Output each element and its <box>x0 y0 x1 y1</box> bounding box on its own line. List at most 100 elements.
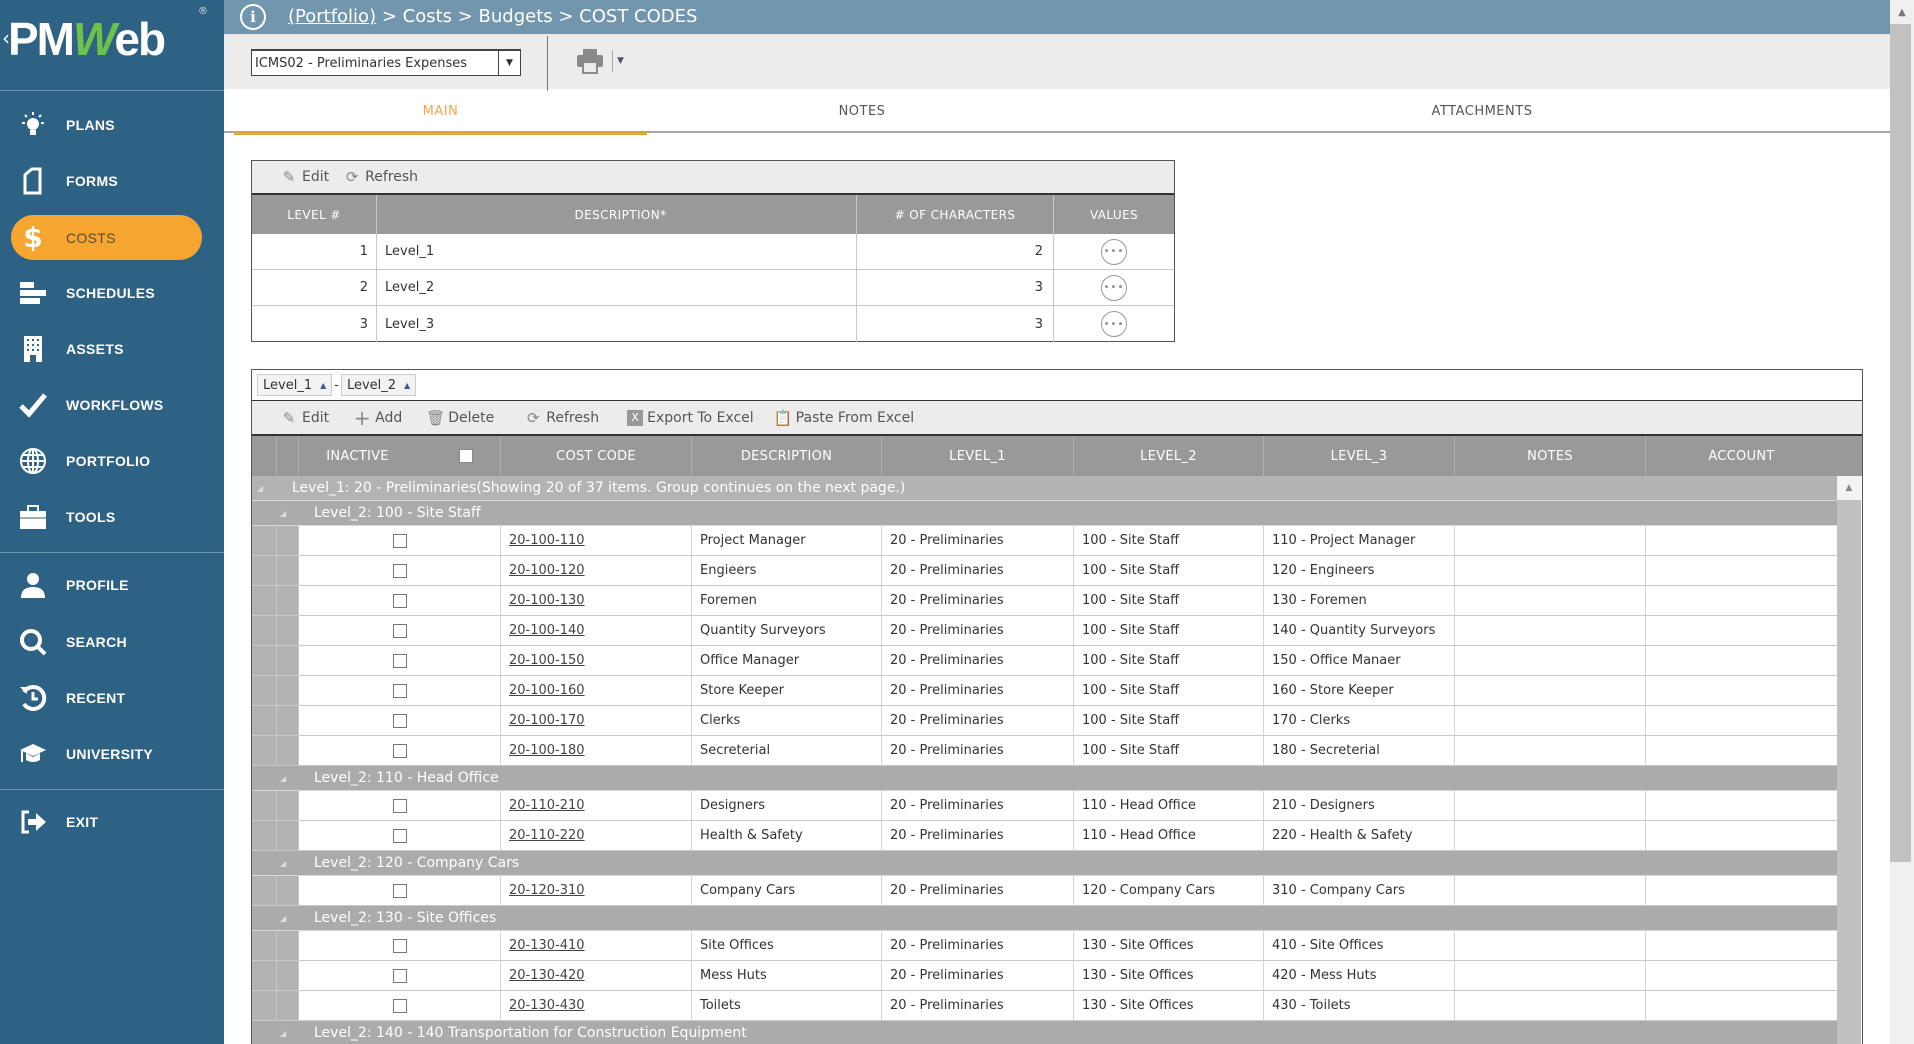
inactive-checkbox[interactable] <box>392 623 407 638</box>
sort-asc-icon[interactable]: ▲ <box>320 381 326 390</box>
collapse-triangle-icon[interactable]: ◢ <box>280 914 290 923</box>
cost-code-link[interactable]: 20-120-310 <box>509 883 585 898</box>
select-all-checkbox[interactable] <box>458 449 473 463</box>
row-handle[interactable] <box>277 876 299 905</box>
table-row[interactable]: 20-100-150 Office Manager 20 - Preliminari… <box>252 646 1837 676</box>
row-handle[interactable] <box>277 736 299 765</box>
cost-code-link[interactable]: 20-100-160 <box>509 683 585 698</box>
sidebar-item-profile[interactable]: PROFILE <box>0 563 224 607</box>
group-chip-level2[interactable]: Level_2 ▲ <box>340 374 417 396</box>
col-header-description[interactable]: DESCRIPTION* <box>377 195 857 234</box>
collapse-triangle-icon[interactable]: ◢ <box>280 509 290 518</box>
table-row[interactable]: 20-100-160 Store Keeper 20 - Preliminaries… <box>252 676 1837 706</box>
more-options-icon[interactable]: ••• <box>1101 311 1127 337</box>
col-header-level2[interactable]: LEVEL_2 <box>1074 436 1264 476</box>
record-selector[interactable]: ICMS02 - Preliminaries Expenses ▼ <box>251 49 521 76</box>
col-header-account[interactable]: ACCOUNT <box>1646 436 1837 476</box>
sidebar-item-recent[interactable]: RECENT <box>0 676 224 720</box>
group-row-level2[interactable]: ◢ Level_2: 130 - Site Offices <box>252 906 1837 931</box>
row-handle[interactable] <box>277 646 299 675</box>
row-handle[interactable] <box>252 791 277 820</box>
group-row-level2[interactable]: ◢ Level_2: 110 - Head Office <box>252 766 1837 791</box>
codes-add-button[interactable]: + Add <box>353 408 403 428</box>
inactive-checkbox[interactable] <box>392 653 407 668</box>
sidebar-item-schedules[interactable]: SCHEDULES <box>0 271 224 315</box>
levels-row[interactable]: 3 Level_3 3 ••• <box>252 306 1174 342</box>
tab-main[interactable]: MAIN <box>234 89 647 135</box>
group-row-level2[interactable]: ◢ Level_2: 120 - Company Cars <box>252 851 1837 876</box>
dropdown-arrow-icon[interactable]: ▼ <box>498 51 520 75</box>
row-handle[interactable] <box>277 586 299 615</box>
sidebar-item-plans[interactable]: PLANS <box>0 103 224 147</box>
row-handle[interactable] <box>252 526 277 555</box>
cost-code-link[interactable]: 20-100-130 <box>509 593 585 608</box>
grid-scrollbar[interactable]: ▲ <box>1837 476 1861 1044</box>
cost-code-link[interactable]: 20-100-120 <box>509 563 585 578</box>
table-row[interactable]: 20-100-140 Quantity Surveyors 20 - Prelimi… <box>252 616 1837 646</box>
row-handle[interactable] <box>277 706 299 735</box>
row-handle[interactable] <box>252 931 277 960</box>
col-header-level3[interactable]: LEVEL_3 <box>1264 436 1455 476</box>
inactive-checkbox[interactable] <box>392 798 407 813</box>
page-scrollbar[interactable]: ▲ <box>1890 0 1914 1044</box>
inactive-checkbox[interactable] <box>392 713 407 728</box>
table-row[interactable]: 20-100-120 Engieers 20 - Preliminaries 100 … <box>252 556 1837 586</box>
col-header-level[interactable]: LEVEL # <box>252 195 377 234</box>
table-row[interactable]: 20-100-180 Secreterial 20 - Preliminaries 1… <box>252 736 1837 766</box>
inactive-checkbox[interactable] <box>392 828 407 843</box>
inactive-checkbox[interactable] <box>392 968 407 983</box>
inactive-checkbox[interactable] <box>392 593 407 608</box>
row-handle[interactable] <box>252 821 277 850</box>
row-handle[interactable] <box>252 961 277 990</box>
col-header-level1[interactable]: LEVEL_1 <box>882 436 1074 476</box>
row-handle[interactable] <box>277 821 299 850</box>
group-row-level1[interactable]: ◢ Level_1: 20 - Preliminaries(Showing 20… <box>252 476 1837 501</box>
collapse-triangle-icon[interactable]: ◢ <box>257 484 267 493</box>
row-handle[interactable] <box>277 961 299 990</box>
print-options-caret-icon[interactable]: ▼ <box>617 56 624 66</box>
cost-code-link[interactable]: 20-100-140 <box>509 623 585 638</box>
row-handle[interactable] <box>277 791 299 820</box>
print-icon[interactable] <box>576 48 604 74</box>
codes-edit-button[interactable]: ✎ Edit <box>280 409 329 427</box>
col-header-characters[interactable]: # OF CHARACTERS <box>857 195 1054 234</box>
cost-code-link[interactable]: 20-100-150 <box>509 653 585 668</box>
pmweb-logo[interactable]: ‹ PMWeb ® <box>0 0 224 90</box>
levels-edit-button[interactable]: ✎ Edit <box>280 168 329 186</box>
levels-row[interactable]: 1 Level_1 2 ••• <box>252 234 1174 270</box>
row-handle[interactable] <box>252 676 277 705</box>
table-row[interactable]: 20-100-170 Clerks 20 - Preliminaries 100 - … <box>252 706 1837 736</box>
collapse-triangle-icon[interactable]: ◢ <box>280 859 290 868</box>
row-handle[interactable] <box>252 736 277 765</box>
cost-code-link[interactable]: 20-130-410 <box>509 938 585 953</box>
table-row[interactable]: 20-100-130 Foremen 20 - Preliminaries 100 -… <box>252 586 1837 616</box>
info-icon[interactable]: i <box>240 4 266 30</box>
sidebar-item-assets[interactable]: ASSETS <box>0 327 224 371</box>
cost-code-link[interactable]: 20-100-180 <box>509 743 585 758</box>
paste-excel-button[interactable]: 📋 Paste From Excel <box>774 409 914 427</box>
export-excel-button[interactable]: X Export To Excel <box>627 409 754 426</box>
sidebar-item-search[interactable]: SEARCH <box>0 620 224 664</box>
sidebar-item-forms[interactable]: FORMS <box>0 159 224 203</box>
sidebar-item-university[interactable]: UNIVERSITY <box>0 732 224 776</box>
codes-delete-button[interactable]: 🗑 Delete <box>426 409 494 427</box>
col-header-cost-code[interactable]: COST CODE <box>501 436 692 476</box>
cost-code-link[interactable]: 20-110-210 <box>509 798 585 813</box>
tab-notes[interactable]: NOTES <box>647 89 1077 133</box>
group-row-level2[interactable]: ◢ Level_2: 100 - Site Staff <box>252 501 1837 526</box>
inactive-checkbox[interactable] <box>392 883 407 898</box>
col-header-description[interactable]: DESCRIPTION <box>692 436 882 476</box>
collapse-triangle-icon[interactable]: ◢ <box>280 1029 290 1038</box>
group-row-level2[interactable]: ◢ Level_2: 140 - 140 Transportation for C… <box>252 1021 1837 1044</box>
inactive-checkbox[interactable] <box>392 938 407 953</box>
row-handle[interactable] <box>277 991 299 1020</box>
cost-code-link[interactable]: 20-100-170 <box>509 713 585 728</box>
sort-asc-icon[interactable]: ▲ <box>404 381 410 390</box>
row-handle[interactable] <box>252 646 277 675</box>
row-handle[interactable] <box>277 676 299 705</box>
cost-code-link[interactable]: 20-110-220 <box>509 828 585 843</box>
row-handle[interactable] <box>252 616 277 645</box>
row-handle[interactable] <box>252 706 277 735</box>
cost-code-link[interactable]: 20-130-420 <box>509 968 585 983</box>
sidebar-item-exit[interactable]: EXIT <box>0 800 224 844</box>
